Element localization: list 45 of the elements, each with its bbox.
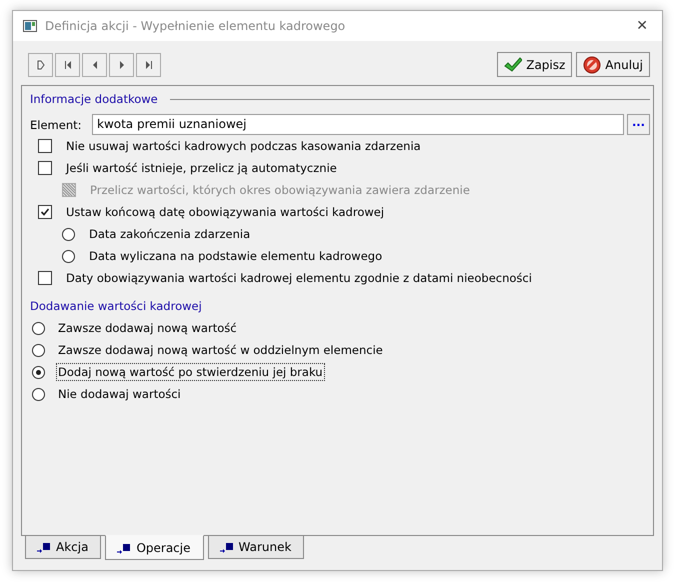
- option-label: Dodaj nową wartość po stwierdzeniu jej braku: [56, 363, 325, 381]
- option-label: Nie dodawaj wartości: [57, 386, 182, 403]
- tab-icon: [218, 541, 234, 553]
- checkmark-icon: [504, 56, 522, 72]
- first-record-button[interactable]: [55, 52, 80, 76]
- radio-button[interactable]: [32, 366, 45, 378]
- option-label: Data zakończenia zdarzenia: [88, 226, 252, 243]
- radio-button[interactable]: [62, 228, 75, 240]
- previous-record-button[interactable]: [82, 52, 107, 76]
- section-heading: Dodawanie wartości kadrowej: [30, 299, 202, 313]
- radio-button[interactable]: [62, 250, 75, 262]
- option-label: Zawsze dodawaj nową wartość w oddzielnym elemencie: [57, 342, 384, 359]
- element-label: Element:: [30, 118, 82, 132]
- checkbox[interactable]: [38, 205, 52, 219]
- checkbox[interactable]: [38, 161, 52, 175]
- tab-icon: [116, 542, 132, 554]
- new-record-button[interactable]: [28, 52, 53, 76]
- tab[interactable]: Operacje: [105, 535, 204, 560]
- checkbox[interactable]: [38, 139, 52, 153]
- save-button[interactable]: Zapisz: [497, 52, 572, 77]
- app-icon: [23, 20, 37, 32]
- option-label: Data wyliczana na podstawie elementu kadrowego: [88, 248, 384, 265]
- option-label: Daty obowiązywania wartości kadrowej elementu zgodnie z datami nieobecności: [65, 270, 533, 287]
- element-field[interactable]: kwota premii uznaniowej: [92, 114, 624, 135]
- browse-button[interactable]: ...: [627, 114, 650, 135]
- tab-icon: [36, 541, 52, 553]
- prohibited-icon: [583, 56, 602, 74]
- close-button[interactable]: ✕: [632, 18, 652, 34]
- checkbox[interactable]: [38, 271, 52, 285]
- option-label: Przelicz wartości, których okres obowiązywania zawiera zdarzenie: [89, 182, 471, 199]
- radio-button[interactable]: [32, 344, 45, 356]
- tab[interactable]: Warunek: [208, 535, 304, 559]
- radio-button[interactable]: [32, 322, 45, 334]
- option-label: Nie usuwaj wartości kadrowych podczas kasowania zdarzenia: [65, 138, 422, 155]
- cancel-button[interactable]: Anuluj: [576, 52, 650, 77]
- next-record-button[interactable]: [109, 52, 134, 76]
- tab[interactable]: Akcja: [25, 535, 102, 559]
- outline-arrow-icon: [34, 58, 46, 70]
- radio-button[interactable]: [32, 388, 45, 400]
- section-heading: Informacje dodatkowe: [30, 92, 158, 106]
- option-label: Jeśli wartość istnieje, przelicz ją automatycznie: [64, 160, 338, 177]
- last-record-button[interactable]: [136, 52, 161, 76]
- window-title: Definicja akcji - Wypełnienie elementu kadrowego: [45, 19, 346, 33]
- option-label: Ustaw końcową datę obowiązywania wartości kadrowej: [65, 204, 386, 221]
- option-label: Zawsze dodawaj nową wartość: [57, 320, 238, 337]
